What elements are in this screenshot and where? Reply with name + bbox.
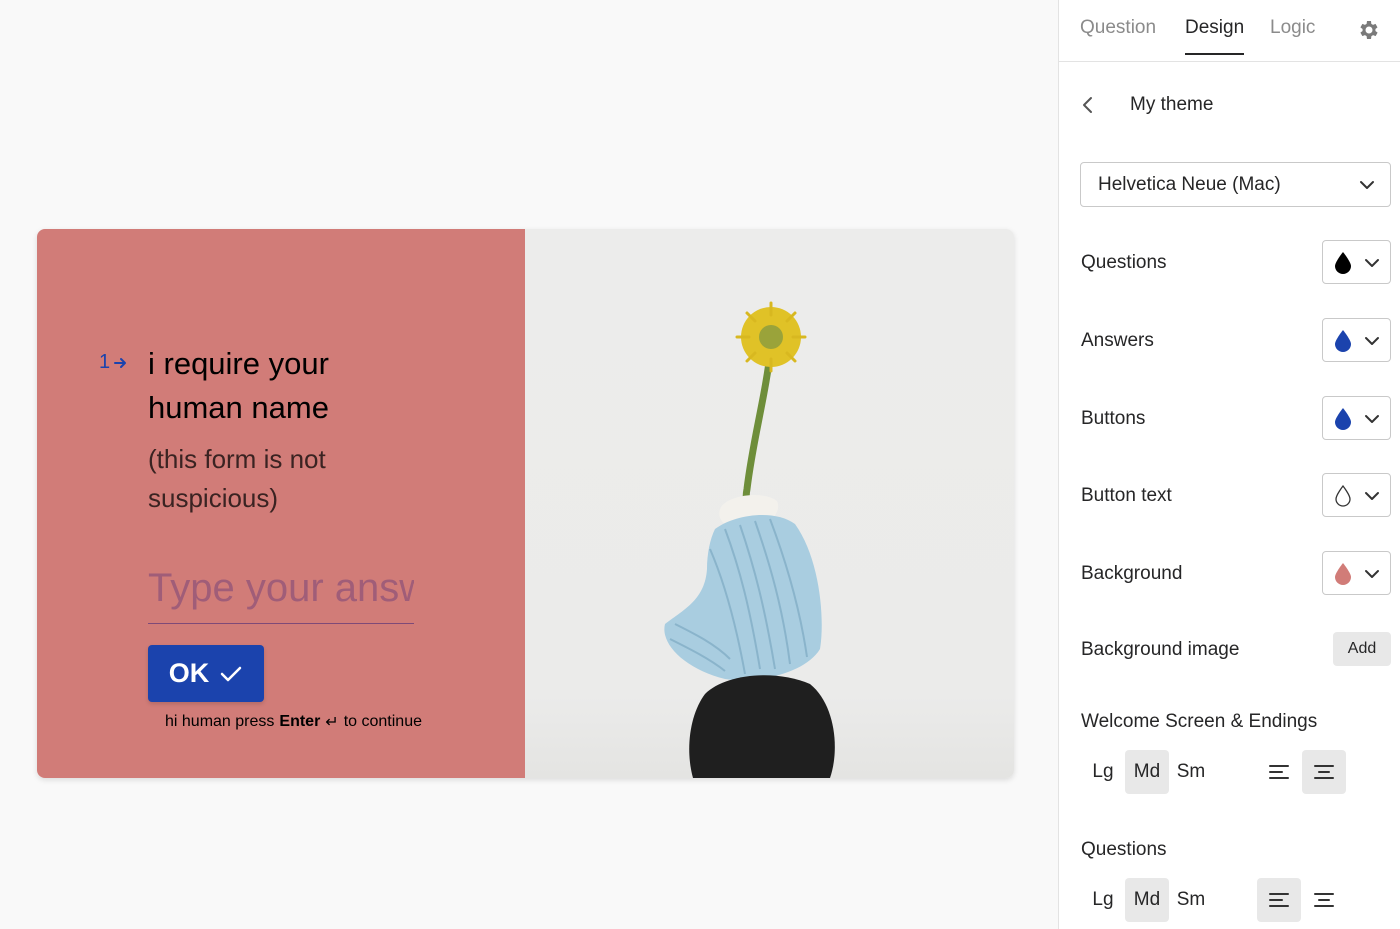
enter-key-icon: ↵ xyxy=(325,714,339,731)
color-row-label: Questions xyxy=(1081,251,1167,273)
chevron-down-icon xyxy=(1360,181,1374,189)
color-drop-icon xyxy=(1335,330,1351,352)
welcome-size-row: Lg Md Sm xyxy=(1081,750,1391,794)
chevron-down-icon xyxy=(1365,570,1379,578)
hint-suffix: to continue xyxy=(343,713,422,730)
font-select[interactable]: Helvetica Neue (Mac) xyxy=(1080,162,1391,207)
align-center-icon xyxy=(1314,765,1334,779)
add-background-image-button[interactable]: Add xyxy=(1333,632,1391,666)
design-sidebar: Question Design Logic My theme Helvetica… xyxy=(1058,0,1400,929)
questions-size-lg[interactable]: Lg xyxy=(1081,878,1125,922)
ok-button-label: OK xyxy=(168,658,210,688)
ok-button[interactable]: OK xyxy=(148,645,264,702)
answer-input[interactable]: Type your answer here... xyxy=(148,562,414,624)
hint-prefix: hi human press xyxy=(165,713,275,730)
form-preview-canvas: 1 i require your human name (this form i… xyxy=(0,0,1058,929)
answers-color-picker[interactable] xyxy=(1322,318,1391,362)
color-row-label: Background xyxy=(1081,562,1183,584)
welcome-size-md[interactable]: Md xyxy=(1125,750,1169,794)
align-left-icon xyxy=(1269,765,1289,779)
welcome-size-sm[interactable]: Sm xyxy=(1169,750,1213,794)
align-left-icon xyxy=(1269,893,1289,907)
chevron-down-icon xyxy=(1365,415,1379,423)
question-number: 1 xyxy=(99,351,128,374)
background-color-picker[interactable] xyxy=(1322,551,1391,595)
question-panel: 1 i require your human name (this form i… xyxy=(37,229,525,778)
tab-design[interactable]: Design xyxy=(1185,17,1245,55)
questions-size-md[interactable]: Md xyxy=(1125,878,1169,922)
checkmark-icon xyxy=(221,666,242,681)
color-row-label: Answers xyxy=(1081,329,1154,351)
questions-color-picker[interactable] xyxy=(1322,240,1391,284)
color-row-background: Background xyxy=(1081,551,1391,596)
welcome-size-lg[interactable]: Lg xyxy=(1081,750,1125,794)
chevron-left-icon[interactable] xyxy=(1081,94,1095,116)
layout-image xyxy=(525,229,1014,778)
question-title[interactable]: i require your human name xyxy=(148,342,408,430)
tab-logic[interactable]: Logic xyxy=(1270,17,1315,53)
hint-key: Enter xyxy=(279,713,321,730)
color-row-label: Button text xyxy=(1081,484,1172,506)
button-text-color-picker[interactable] xyxy=(1322,473,1391,517)
color-drop-icon xyxy=(1335,252,1351,274)
chevron-down-icon xyxy=(1365,337,1379,345)
welcome-section-title: Welcome Screen & Endings xyxy=(1081,711,1318,732)
background-image-row: Background image Add xyxy=(1081,632,1391,668)
theme-name: My theme xyxy=(1130,94,1214,115)
questions-section-title: Questions xyxy=(1081,839,1167,860)
color-drop-icon xyxy=(1335,484,1351,507)
enter-hint: hi human press Enter ↵ to continue xyxy=(165,712,422,732)
welcome-align-left[interactable] xyxy=(1257,750,1301,794)
theme-header: My theme xyxy=(1081,94,1213,116)
color-drop-icon xyxy=(1335,563,1351,585)
chevron-down-icon xyxy=(1365,492,1379,500)
font-select-value: Helvetica Neue (Mac) xyxy=(1098,173,1281,195)
arrow-right-icon xyxy=(114,357,127,368)
tab-question[interactable]: Question xyxy=(1080,17,1156,53)
color-row-label: Buttons xyxy=(1081,407,1146,429)
questions-size-sm[interactable]: Sm xyxy=(1169,878,1213,922)
color-row-questions: Questions xyxy=(1081,240,1391,285)
color-drop-icon xyxy=(1335,408,1351,430)
chevron-down-icon xyxy=(1365,259,1379,267)
questions-align-left[interactable] xyxy=(1257,878,1301,922)
question-description[interactable]: (this form is not suspicious) xyxy=(148,440,408,518)
color-row-button-text: Button text xyxy=(1081,473,1391,518)
align-center-icon xyxy=(1314,893,1334,907)
gear-icon[interactable] xyxy=(1357,18,1381,42)
color-row-buttons: Buttons xyxy=(1081,396,1391,441)
questions-align-center[interactable] xyxy=(1302,878,1346,922)
flower-sculpture-image xyxy=(664,301,835,778)
background-image-label: Background image xyxy=(1081,639,1240,660)
welcome-align-center[interactable] xyxy=(1302,750,1346,794)
questions-size-row: Lg Md Sm xyxy=(1081,878,1391,922)
sidebar-tabs: Question Design Logic xyxy=(1059,0,1400,62)
buttons-color-picker[interactable] xyxy=(1322,396,1391,440)
color-row-answers: Answers xyxy=(1081,318,1391,363)
question-number-text: 1 xyxy=(99,351,111,373)
form-preview-card: 1 i require your human name (this form i… xyxy=(37,229,1014,778)
